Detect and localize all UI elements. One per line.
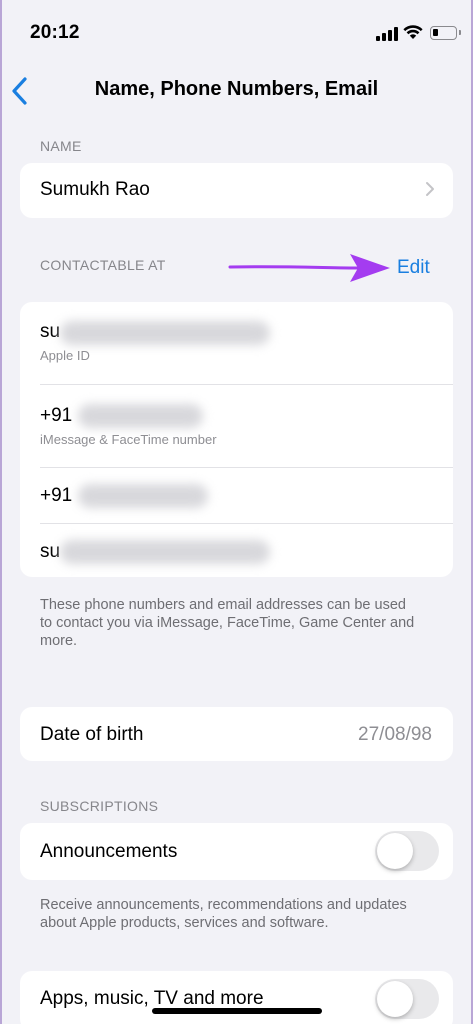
wifi-icon [403, 25, 423, 39]
page-title: Name, Phone Numbers, Email [94, 78, 379, 100]
status-time: 20:12 [30, 22, 80, 43]
contact-subtitle: Apple ID [40, 348, 90, 363]
subscriptions-section-header: SUBSCRIPTIONS [40, 798, 159, 814]
apps-label: Apps, music, TV and more [40, 988, 264, 1009]
redacted-phone [78, 404, 203, 428]
home-indicator[interactable] [152, 1008, 322, 1014]
contactable-list: su Apple ID +91 iMessage & FaceTime numb… [20, 302, 453, 577]
contact-item[interactable]: +91 iMessage & FaceTime number [20, 385, 453, 467]
apps-row: Apps, music, TV and more [20, 971, 453, 1024]
contact-prefix: +91 [40, 485, 73, 506]
name-section-header: NAME [40, 138, 82, 154]
announcements-row: Announcements [20, 823, 453, 880]
contactable-section-header: CONTACTABLE AT [40, 257, 166, 273]
announcements-toggle[interactable] [375, 831, 439, 871]
battery-icon [430, 26, 461, 40]
contactable-footer-note: These phone numbers and email addresses … [40, 597, 415, 649]
redacted-email [60, 321, 270, 345]
redacted-email [60, 540, 270, 564]
announcements-label: Announcements [40, 841, 178, 862]
name-value: Sumukh Rao [40, 179, 150, 200]
frame-edge-left [0, 0, 2, 1024]
contact-prefix: su [40, 321, 61, 342]
dob-label: Date of birth [40, 724, 144, 745]
contact-subtitle: iMessage & FaceTime number [40, 432, 217, 447]
toggle-knob [377, 833, 413, 869]
signal-icon [376, 27, 398, 41]
status-bar: 20:12 [0, 0, 473, 70]
redacted-phone [78, 484, 208, 508]
dob-row[interactable]: Date of birth 27/08/98 [20, 707, 453, 761]
contact-item[interactable]: +91 [20, 468, 453, 523]
dob-value: 27/08/98 [358, 724, 432, 745]
announcements-footer-note: Receive announcements, recommendations a… [40, 897, 407, 931]
contact-prefix: su [40, 541, 61, 562]
name-row[interactable]: Sumukh Rao [20, 163, 453, 218]
toggle-knob [377, 981, 413, 1017]
arrow-annotation [228, 254, 390, 282]
contact-prefix: +91 [40, 405, 73, 426]
contact-item[interactable]: su Apple ID [20, 302, 453, 384]
contact-item[interactable]: su [20, 524, 453, 577]
apps-toggle[interactable] [375, 979, 439, 1019]
chevron-right-icon [426, 182, 434, 196]
edit-button[interactable]: Edit [397, 257, 430, 279]
